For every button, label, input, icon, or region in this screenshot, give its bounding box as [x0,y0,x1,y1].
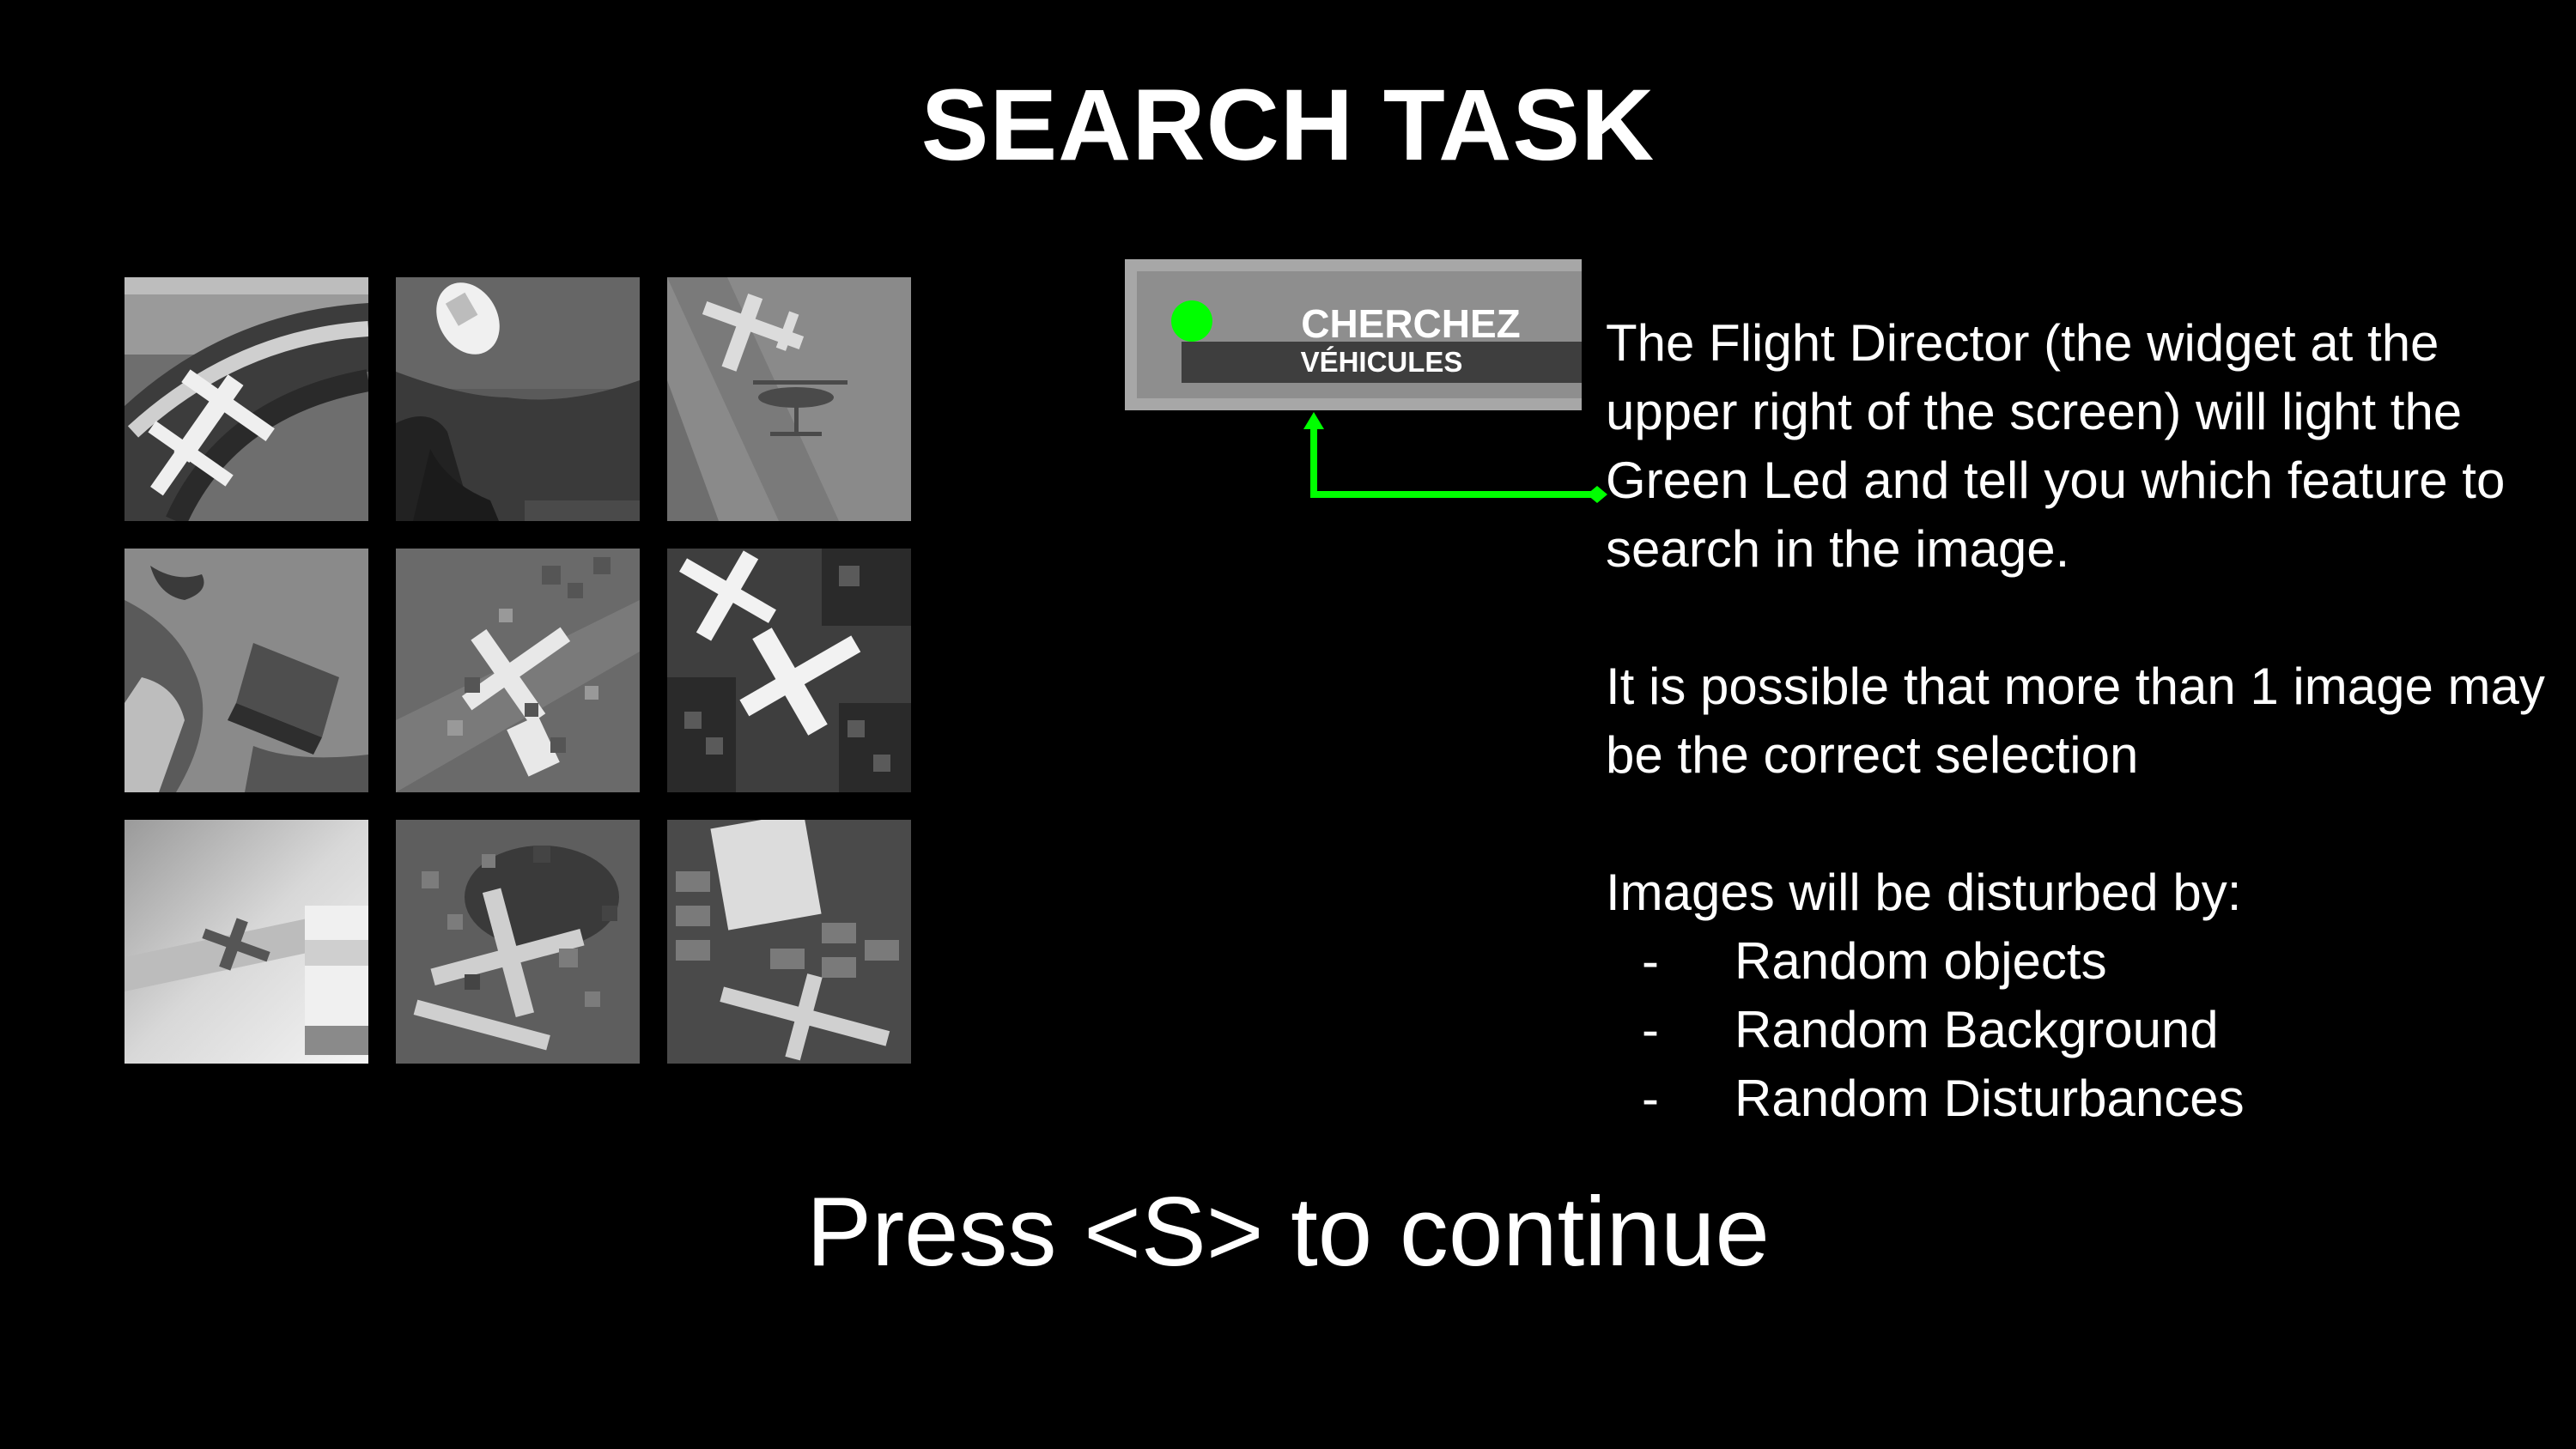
continue-prompt: Press <S> to continue [806,1178,1770,1287]
truck-and-plane-in-parking-image [667,820,911,1064]
list-item-label: Random Disturbances [1735,1070,2245,1127]
image-tile-8[interactable] [396,820,640,1064]
image-grid [125,277,914,1067]
flight-director-panel: CHERCHEZ VÉHICULES [1137,271,1582,398]
airplanes-over-city-image [667,549,911,792]
bullet-dash: - [1642,1070,1659,1127]
pointer-arrow-icon [1303,412,1607,503]
list-item: - Random objects [1606,927,2550,996]
list-item-label: Random objects [1735,932,2107,990]
image-tile-7[interactable] [125,820,368,1064]
image-tile-6[interactable] [667,549,911,792]
flight-director-widget: CHERCHEZ VÉHICULES [1125,259,1582,410]
green-led-icon [1171,300,1212,342]
airplanes-with-noise-patches-image [396,549,640,792]
instruction-paragraph-1: The Flight Director (the widget at the u… [1606,314,2506,578]
image-tile-3[interactable] [667,277,911,521]
page-title: SEARCH TASK [920,69,1656,182]
list-item-label: Random Background [1735,1001,2219,1058]
list-item: - Random Disturbances [1606,1064,2550,1133]
rocky-terrain-with-crate-image [125,549,368,792]
aircraft-on-circular-track-image [125,277,368,521]
image-tile-2[interactable] [396,277,640,521]
jet-and-truck-image [125,820,368,1064]
image-tile-5[interactable] [396,549,640,792]
flight-director-title: CHERCHEZ [1301,301,1521,346]
instruction-paragraph-2: It is possible that more than 1 image ma… [1606,658,2545,784]
airplane-and-helicopter-image [667,277,911,521]
image-tile-4[interactable] [125,549,368,792]
car-on-road-image [396,277,640,521]
image-tile-1[interactable] [125,277,368,521]
disturbances-heading: Images will be disturbed by: [1606,864,2242,921]
bullet-dash: - [1642,932,1659,990]
planes-with-disturbance-blocks-image [396,820,640,1064]
list-item: - Random Background [1606,996,2550,1064]
flight-director-target: VÉHICULES [1182,342,1582,383]
disturbances-list: - Random objects - Random Background - Rand… [1606,927,2550,1133]
image-tile-9[interactable] [667,820,911,1064]
instructions: The Flight Director (the widget at the u… [1606,309,2550,1133]
bullet-dash: - [1642,1001,1659,1058]
